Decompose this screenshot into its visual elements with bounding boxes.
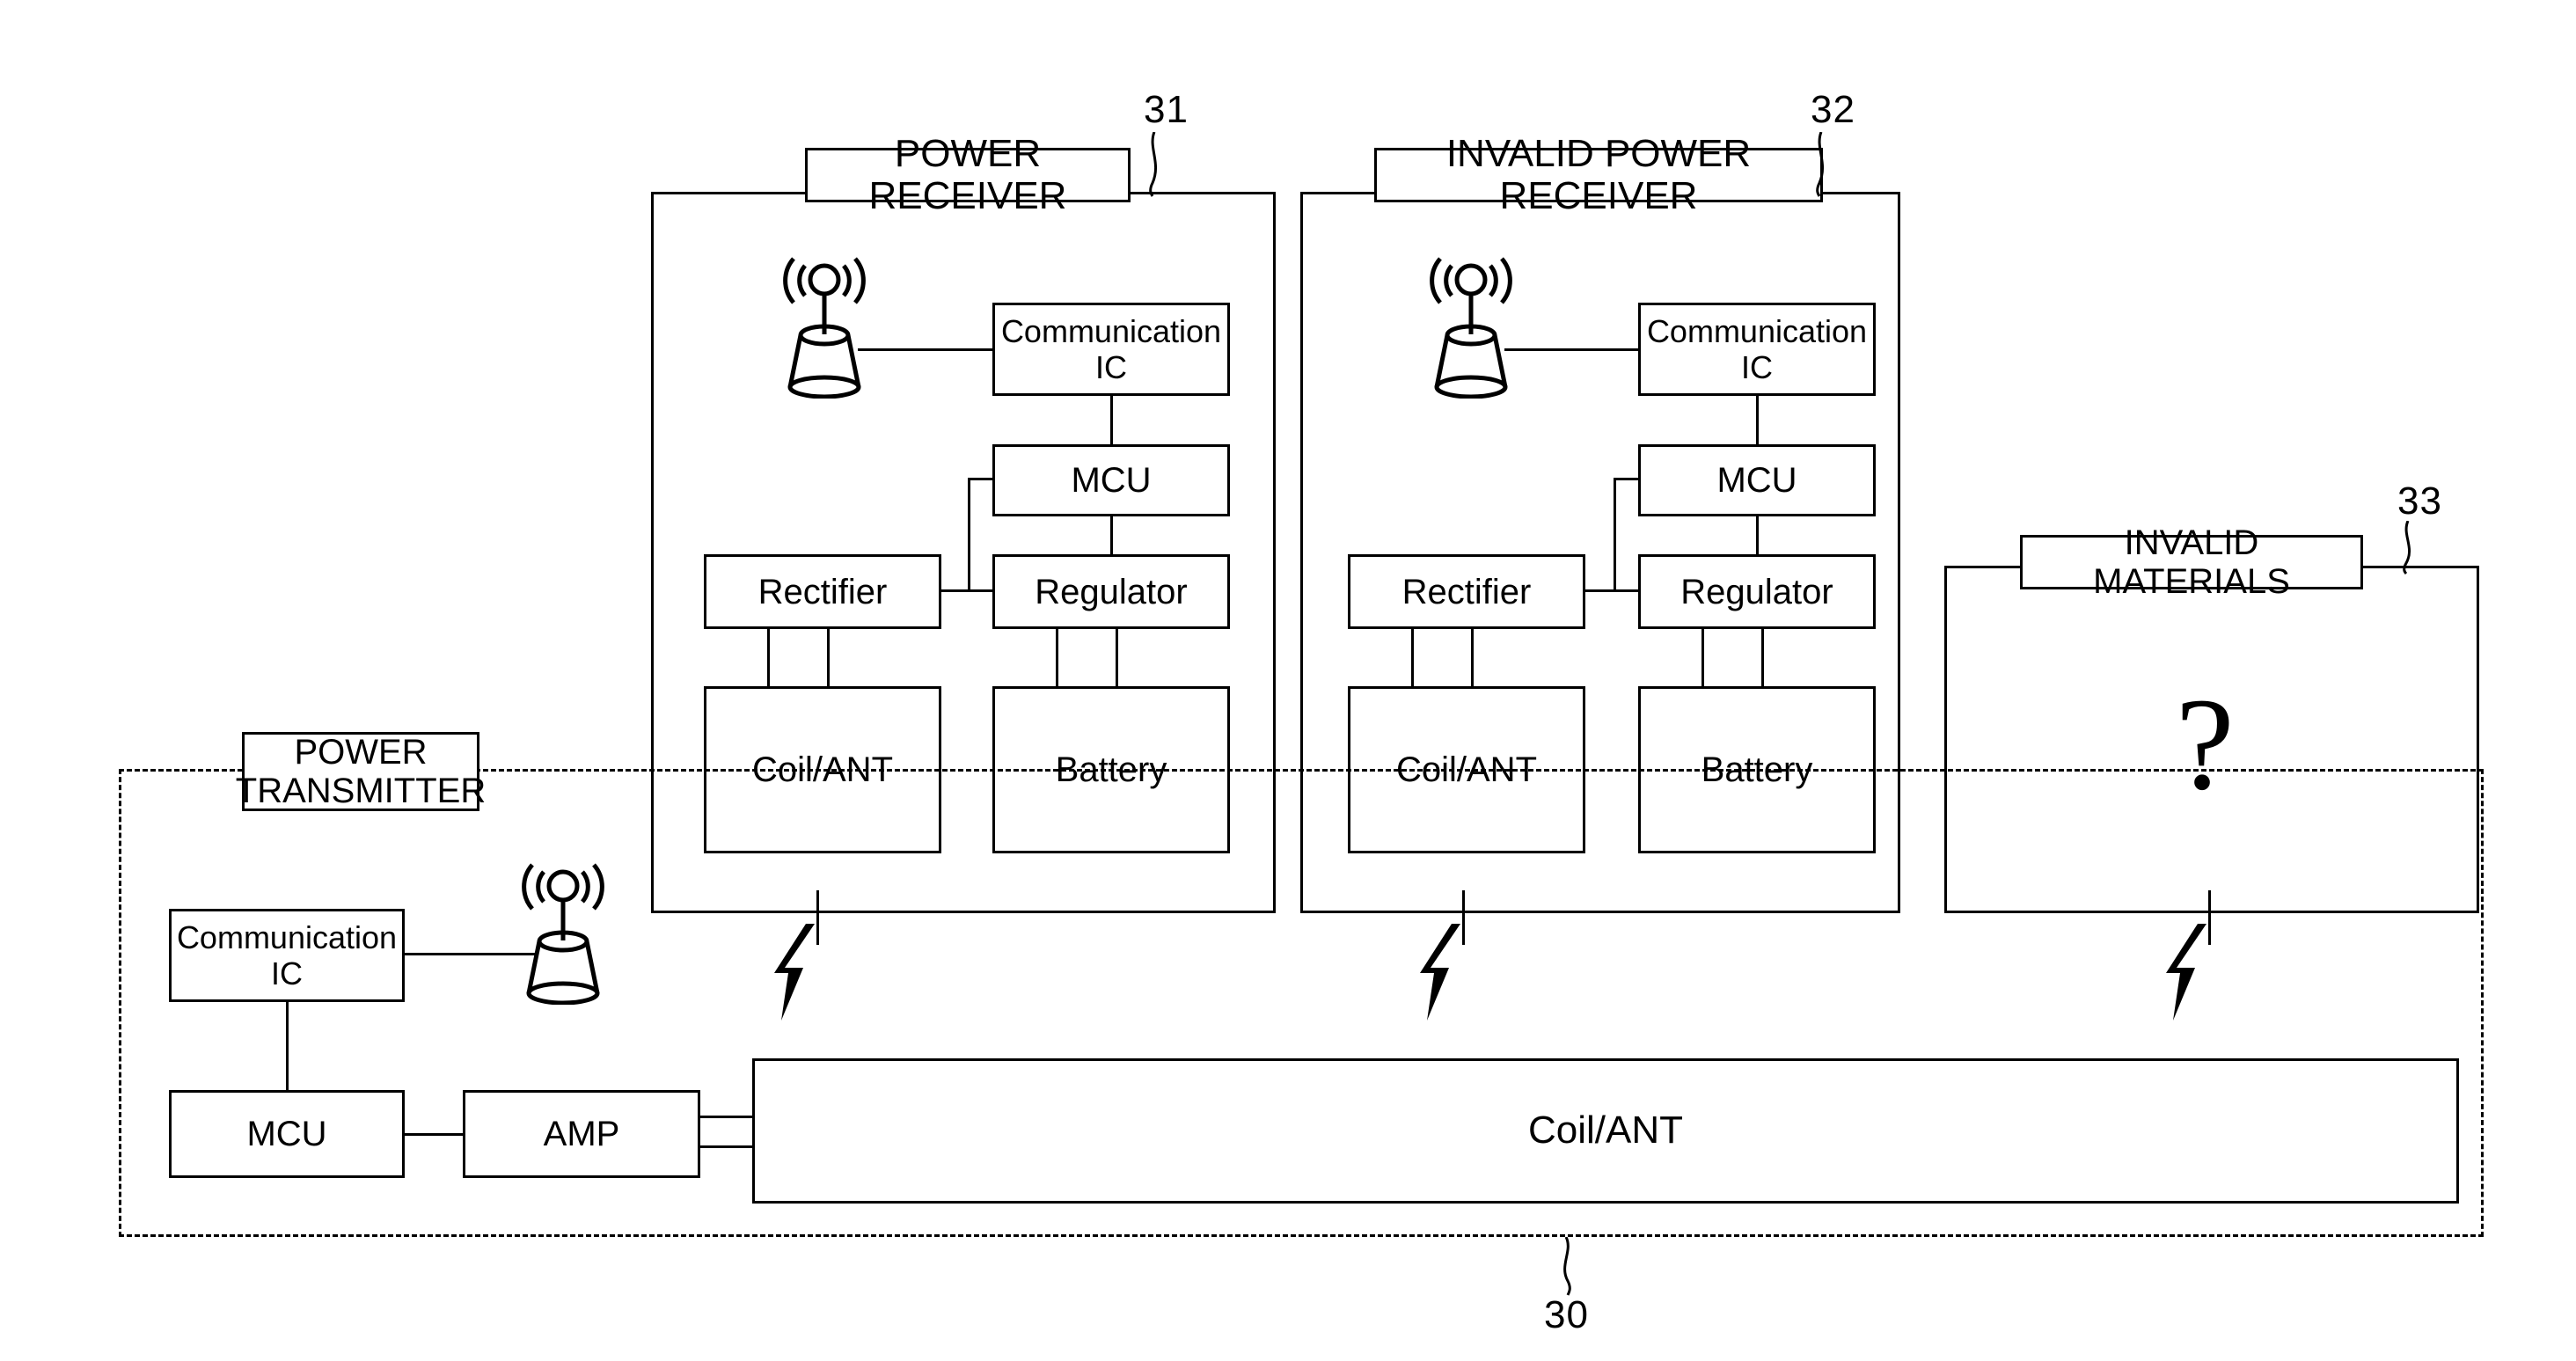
wire-branch-to-mcu [1614,478,1616,592]
wire-commic-to-mcu [1756,396,1759,444]
power-receiver-communication-ic: Communication IC [992,303,1230,396]
invalid-power-receiver-communication-ic: Communication IC [1638,303,1876,396]
transmitter-coil-ant: Coil/ANT [752,1058,2459,1204]
wire-regulator-battery-b [1116,629,1118,686]
power-transmitter-amp: AMP [463,1090,700,1178]
wire-commic-to-mcu [1110,396,1113,444]
wire-regulator-battery-b [1761,629,1764,686]
invalid-power-receiver-title: INVALID POWER RECEIVER [1445,131,1752,217]
regulator-label: Regulator [1680,572,1833,611]
wire-rectifier-to-regulator [1585,589,1640,592]
power-receiver-title: POWER RECEIVER [868,131,1067,217]
reference-numeral-33: 33 [2397,479,2442,523]
wire-amp-to-coil-a [700,1116,755,1118]
communication-ic-label-line2: IC [1741,349,1773,385]
question-mark-symbol: ? [2176,671,2235,817]
patent-figure-canvas: POWER RECEIVER 31 Communication IC MCU R… [0,0,2576,1361]
wire-branch-mcu-stub [1614,478,1640,480]
antenna-icon [1430,257,1512,399]
leader-line-30 [1563,1237,1571,1296]
wire-branch-to-mcu [968,478,970,592]
wire-amp-to-coil-b [700,1145,755,1148]
wire-rectifier-coil-a [767,629,770,686]
power-transmitter-title-line2: TRANSMITTER [235,772,487,810]
mcu-label: MCU [1716,461,1797,500]
regulator-label: Regulator [1035,572,1188,611]
invalid-power-receiver-regulator: Regulator [1638,554,1876,629]
wire-antenna-to-commic [858,348,994,351]
wire-regulator-battery-a [1701,629,1704,686]
wire-rectifier-coil-b [1471,629,1474,686]
leader-line-31 [1149,132,1157,197]
antenna-icon [522,863,604,1005]
reference-numeral-31: 31 [1144,88,1189,131]
communication-ic-label-line1: Communication [1646,312,1868,349]
mcu-label: MCU [246,1115,327,1153]
communication-ic-label-line1: Communication [176,918,398,955]
mcu-label: MCU [1071,461,1152,500]
rectifier-label: Rectifier [1401,572,1532,611]
leader-line-32 [1816,132,1824,197]
leader-line-33 [2403,521,2411,575]
reference-numeral-32: 32 [1811,88,1855,131]
lightning-bolt-icon [774,924,815,1021]
power-receiver-title-box: POWER RECEIVER [805,132,1131,217]
communication-ic-label-line2: IC [1095,349,1127,385]
power-transmitter-communication-ic: Communication IC [169,909,405,1002]
invalid-power-receiver-rectifier: Rectifier [1348,554,1585,629]
wire-transmitter-mcu-to-amp [405,1133,463,1136]
wire-mcu-to-regulator [1756,516,1759,554]
invalid-materials-title-box: INVALID MATERIALS [2020,523,2363,601]
invalid-materials-title: INVALID MATERIALS [2093,523,2290,601]
wire-rectifier-coil-a [1411,629,1414,686]
lightning-bolt-icon [2166,924,2206,1021]
amp-label: AMP [543,1115,620,1153]
wire-regulator-battery-a [1056,629,1058,686]
lightning-bolt-icon [1420,924,1460,1021]
wire-mcu-to-regulator [1110,516,1113,554]
invalid-power-receiver-title-box: INVALID POWER RECEIVER [1374,132,1823,217]
invalid-power-receiver-mcu: MCU [1638,444,1876,516]
reference-numeral-30: 30 [1544,1293,1589,1336]
wire-transmitter-commic-to-antenna [405,953,535,955]
power-transmitter-mcu: MCU [169,1090,405,1178]
communication-ic-label-line2: IC [271,955,303,991]
rectifier-label: Rectifier [757,572,888,611]
power-transmitter-title-box: POWER TRANSMITTER [236,732,486,811]
wire-branch-mcu-stub [968,478,994,480]
power-transmitter-title-line1: POWER [294,733,428,772]
wire-rectifier-coil-b [827,629,830,686]
power-receiver-mcu: MCU [992,444,1230,516]
wire-antenna-to-commic [1504,348,1641,351]
wire-transmitter-commic-to-mcu [286,1002,289,1090]
communication-ic-label-line1: Communication [1000,312,1222,349]
power-receiver-regulator: Regulator [992,554,1230,629]
power-receiver-rectifier: Rectifier [704,554,941,629]
transmitter-coil-ant-label: Coil/ANT [1527,1109,1684,1152]
antenna-icon [783,257,866,399]
